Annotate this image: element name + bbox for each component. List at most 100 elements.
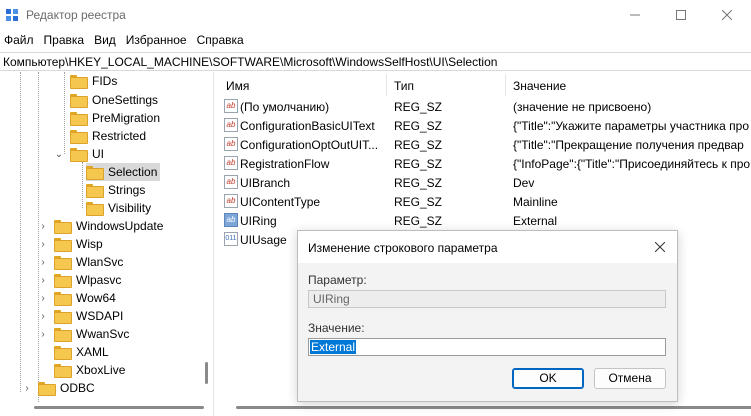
- tree-item-windowsupdate[interactable]: › WindowsUpdate: [38, 217, 163, 235]
- tree-item-premigration[interactable]: PreMigration: [70, 109, 160, 127]
- chevron-right-icon[interactable]: ›: [38, 293, 48, 304]
- folder-icon: [70, 148, 88, 162]
- menu-view[interactable]: Вид: [90, 30, 122, 50]
- tree-vertical-scroll-thumb[interactable]: [205, 362, 208, 384]
- ab-string-icon: ab: [224, 137, 238, 151]
- minimize-button[interactable]: [612, 0, 658, 30]
- key-tree[interactable]: FIDs OneSettings PreMigration Restricted…: [0, 72, 214, 416]
- table-row[interactable]: ab RegistrationFlow REG_SZ {"InfoPage":{…: [218, 154, 751, 173]
- chevron-right-icon[interactable]: ›: [38, 311, 48, 322]
- tree-horizontal-scrollbar[interactable]: [0, 400, 204, 414]
- table-row[interactable]: ab UIRing REG_SZ External: [218, 211, 751, 230]
- folder-icon: [70, 75, 88, 89]
- tree-item-visibility[interactable]: Visibility: [86, 199, 151, 217]
- table-row[interactable]: ab UIBranch REG_SZ Dev: [218, 173, 751, 192]
- column-separator[interactable]: [386, 74, 387, 96]
- menu-favorites[interactable]: Избранное: [122, 30, 193, 50]
- ab-string-icon: ab: [224, 99, 238, 113]
- column-header-value[interactable]: Значение: [513, 79, 566, 93]
- tree-horizontal-scroll-thumb[interactable]: [34, 406, 204, 409]
- edit-string-dialog: Изменение строкового параметра Параметр:…: [297, 230, 678, 402]
- close-button[interactable]: [704, 0, 750, 30]
- folder-icon: [54, 220, 72, 234]
- folder-icon: [70, 112, 88, 126]
- menu-help[interactable]: Справка: [193, 30, 250, 50]
- folder-icon: [54, 346, 72, 360]
- menu-file[interactable]: Файл: [0, 30, 40, 50]
- tree-item-wisp[interactable]: › Wisp: [38, 235, 103, 253]
- title-bar: Редактор реестра: [0, 0, 751, 30]
- column-separator[interactable]: [505, 74, 506, 96]
- table-row[interactable]: ab UIContentType REG_SZ Mainline: [218, 192, 751, 211]
- chevron-right-icon[interactable]: ›: [38, 329, 48, 340]
- column-header-name[interactable]: Имя: [226, 79, 249, 93]
- ab-string-icon: ab: [224, 194, 238, 208]
- chevron-right-icon[interactable]: ›: [38, 257, 48, 268]
- tree-guide: [20, 72, 21, 392]
- folder-icon: [86, 202, 104, 216]
- list-horizontal-scroll-thumb[interactable]: [236, 406, 751, 409]
- tree-item-wwansvc[interactable]: › WwanSvc: [38, 325, 129, 343]
- folder-icon: [38, 382, 56, 396]
- ok-button[interactable]: OK: [512, 368, 584, 389]
- value-data-input[interactable]: External: [308, 338, 666, 356]
- folder-icon: [70, 94, 88, 108]
- tree-item-onesettings[interactable]: OneSettings: [70, 91, 158, 109]
- dialog-title-bar: Изменение строкового параметра: [298, 231, 677, 263]
- folder-icon: [54, 292, 72, 306]
- tree-item-strings[interactable]: Strings: [86, 181, 145, 199]
- tree-item-wow64[interactable]: › Wow64: [38, 289, 116, 307]
- minimize-icon: [630, 14, 640, 16]
- value-name-label: Параметр:: [308, 273, 367, 287]
- table-row[interactable]: ab (По умолчанию) REG_SZ (значение не пр…: [218, 97, 751, 116]
- address-bar[interactable]: Компьютер\HKEY_LOCAL_MACHINE\SOFTWARE\Mi…: [0, 52, 751, 71]
- folder-icon: [54, 238, 72, 252]
- cancel-button[interactable]: Отмена: [594, 368, 666, 389]
- tree-item-wlansvc[interactable]: › WlanSvc: [38, 253, 123, 271]
- value-data-label: Значение:: [308, 321, 365, 335]
- ab-string-icon: ab: [224, 175, 238, 189]
- tree-item-wsdapi[interactable]: › WSDAPI: [38, 307, 123, 325]
- chevron-right-icon[interactable]: ›: [38, 221, 48, 232]
- close-icon: [654, 241, 666, 253]
- tree-item-fids[interactable]: FIDs: [70, 72, 117, 90]
- menu-bar: Файл Правка Вид Избранное Справка: [0, 30, 751, 50]
- tree-item-restricted[interactable]: Restricted: [70, 127, 146, 145]
- value-name-field: UIRing: [308, 290, 666, 308]
- folder-icon: [54, 274, 72, 288]
- binary-value-icon: 011: [224, 232, 238, 246]
- tree-item-selection[interactable]: Selection: [86, 163, 160, 181]
- folder-icon: [54, 256, 72, 270]
- tree-item-wlpasvc[interactable]: › Wlpasvc: [38, 271, 121, 289]
- chevron-down-icon[interactable]: ⌄: [54, 149, 64, 160]
- ab-string-icon: ab: [224, 156, 238, 170]
- chevron-right-icon[interactable]: ›: [38, 239, 48, 250]
- folder-icon: [86, 166, 104, 180]
- tree-vertical-scrollbar[interactable]: [200, 72, 213, 416]
- registry-editor-icon: [6, 9, 18, 21]
- table-row[interactable]: ab ConfigurationOptOutUIT... REG_SZ {"Ti…: [218, 135, 751, 154]
- ab-string-icon: ab: [224, 118, 238, 132]
- table-row[interactable]: ab ConfigurationBasicUIText REG_SZ {"Tit…: [218, 116, 751, 135]
- ab-string-icon: ab: [224, 213, 238, 227]
- folder-icon: [86, 184, 104, 198]
- tree-item-xaml[interactable]: XAML: [54, 343, 109, 361]
- dialog-title: Изменение строкового параметра: [308, 241, 498, 255]
- maximize-icon: [676, 10, 686, 20]
- window-title: Редактор реестра: [26, 8, 126, 22]
- maximize-button[interactable]: [658, 0, 704, 30]
- chevron-right-icon[interactable]: ›: [22, 383, 32, 394]
- menu-edit[interactable]: Правка: [40, 30, 91, 50]
- tree-item-xboxlive[interactable]: XboxLive: [54, 361, 125, 379]
- column-header-type[interactable]: Тип: [394, 79, 414, 93]
- folder-icon: [54, 310, 72, 324]
- list-horizontal-scrollbar[interactable]: [218, 400, 751, 414]
- folder-icon: [70, 130, 88, 144]
- chevron-right-icon[interactable]: ›: [38, 275, 48, 286]
- tree-item-odbc[interactable]: › ODBC: [22, 379, 95, 397]
- tree-item-ui[interactable]: ⌄ UI: [54, 145, 104, 163]
- list-header: Имя Тип Значение: [218, 72, 751, 96]
- folder-icon: [54, 328, 72, 342]
- selected-value-text: External: [310, 340, 357, 354]
- dialog-close-button[interactable]: [648, 237, 672, 257]
